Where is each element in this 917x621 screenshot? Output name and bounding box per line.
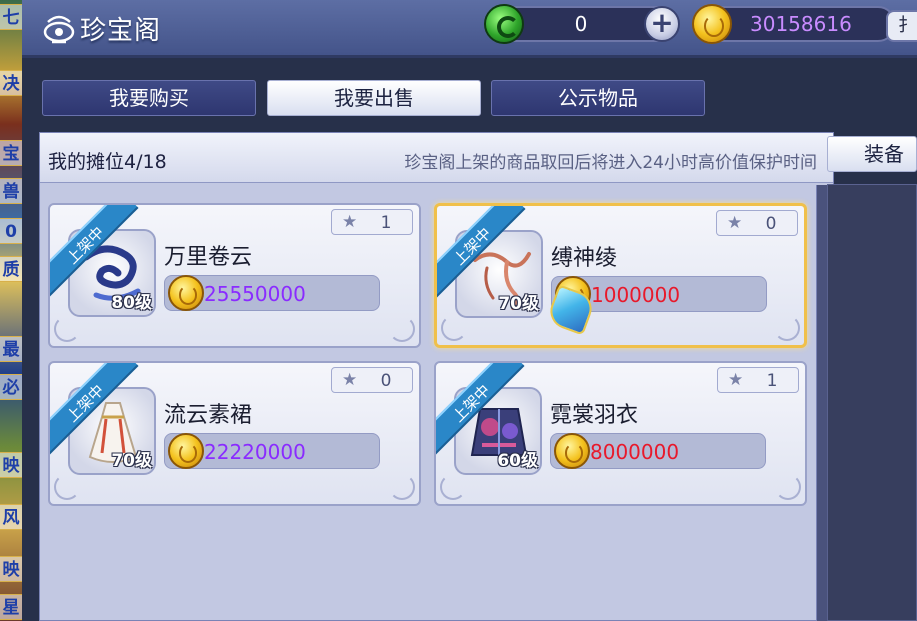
strip-label: 风 [0,504,22,530]
item-price: 8000000 [590,440,680,464]
tab-sell[interactable]: 我要出售 [267,80,481,116]
top-bar: 珍宝阁 0 + 30158616 扌 [22,0,917,58]
strip-label: 必 [0,374,22,400]
star-icon: ★ [728,370,744,390]
item-level: 60级 [497,451,538,471]
favorite-counter: ★ 1 [331,209,413,235]
stall-panel: 我的摊位4/18 珍宝阁上架的商品取回后将进入24小时高价值保护时间 ★ 1 8… [39,132,834,621]
strip-label: 七 [0,4,22,30]
favorite-count: 0 [765,214,777,234]
strip-label: 星 [0,594,22,620]
strip-label: 宝 [0,140,22,166]
strip-label: 兽 [0,178,22,204]
protection-notice: 珍宝阁上架的商品取回后将进入24小时高价值保护时间 [404,153,817,173]
strip-label: 映 [0,556,22,582]
star-icon: ★ [342,212,358,232]
side-panel [827,184,917,621]
strip-label: 决 [0,70,22,96]
gold-coin-icon [168,433,204,469]
tab-buy[interactable]: 我要购买 [42,80,256,116]
item-price: 25550000 [204,282,306,306]
favorite-counter: ★ 0 [331,367,413,393]
stall-count-label: 我的摊位4/18 [48,151,167,173]
pavilion-emblem-icon [43,15,75,44]
treasure-pavilion-screen: 七 决 宝 兽 0真 质 最 必 映 风 映 星 珍宝阁 0 + 3 [0,0,917,621]
strip-label: 0真 [0,218,22,244]
star-icon: ★ [727,213,743,233]
favorite-counter: ★ 0 [716,210,798,236]
item-name: 万里卷云 [164,245,253,270]
favorite-counter: ★ 1 [717,367,799,393]
corner-ornament [389,316,415,342]
favorite-count: 1 [766,371,778,391]
item-price: 22220000 [204,440,306,464]
item-level: 80级 [111,293,152,313]
stall-header: 我的摊位4/18 珍宝阁上架的商品取回后将进入24小时高价值保护时间 [40,133,833,183]
gold-balance: 30158616 [750,12,852,36]
tab-public-items[interactable]: 公示物品 [491,80,705,116]
favorite-count: 0 [380,371,392,391]
corner-ornament [441,315,467,341]
listing-card[interactable]: ★ 0 70级 流云素裙 22220000 上架中 [48,361,421,506]
corner-ornament [389,474,415,500]
item-price: 1000000 [591,283,681,307]
star-icon: ★ [342,370,358,390]
item-level: 70级 [498,294,539,314]
strip-label: 质 [0,256,22,282]
listing-card[interactable]: ★ 1 80级 万里卷云 25550000 上架中 [48,203,421,348]
favorite-count: 1 [380,213,392,233]
gold-coin-icon [554,433,590,469]
corner-ornament [54,316,80,342]
recharge-button[interactable]: + [644,6,680,42]
item-level: 70级 [111,451,152,471]
item-name: 霓裳羽衣 [550,403,639,428]
main-window: 珍宝阁 0 + 30158616 扌 我要购买 我要出售 公示物品 我的摊位4/… [22,0,917,621]
strip-label: 最 [0,336,22,362]
listing-card[interactable]: ★ 0 70级 缚神绫 1000000 上架中 [434,203,807,348]
gold-coin-icon [168,275,204,311]
page-title: 珍宝阁 [80,16,162,46]
left-side-strip: 七 决 宝 兽 0真 质 最 必 映 风 映 星 [0,0,22,621]
corner-ornament [774,315,800,341]
item-name: 缚神绫 [551,246,618,271]
item-name: 流云素裙 [164,403,253,428]
corner-ornament [440,474,466,500]
corner-ornament [54,474,80,500]
jade-balance: 0 [574,12,588,36]
top-right-button[interactable]: 扌 [886,10,917,42]
tab-equipment[interactable]: 装备 [827,136,917,172]
gold-coin-icon [692,4,732,44]
corner-ornament [775,474,801,500]
strip-label: 映 [0,452,22,478]
listing-card[interactable]: ★ 1 60级 霓裳羽衣 8000000 上架中 [434,361,807,506]
jade-currency-icon [484,4,524,44]
